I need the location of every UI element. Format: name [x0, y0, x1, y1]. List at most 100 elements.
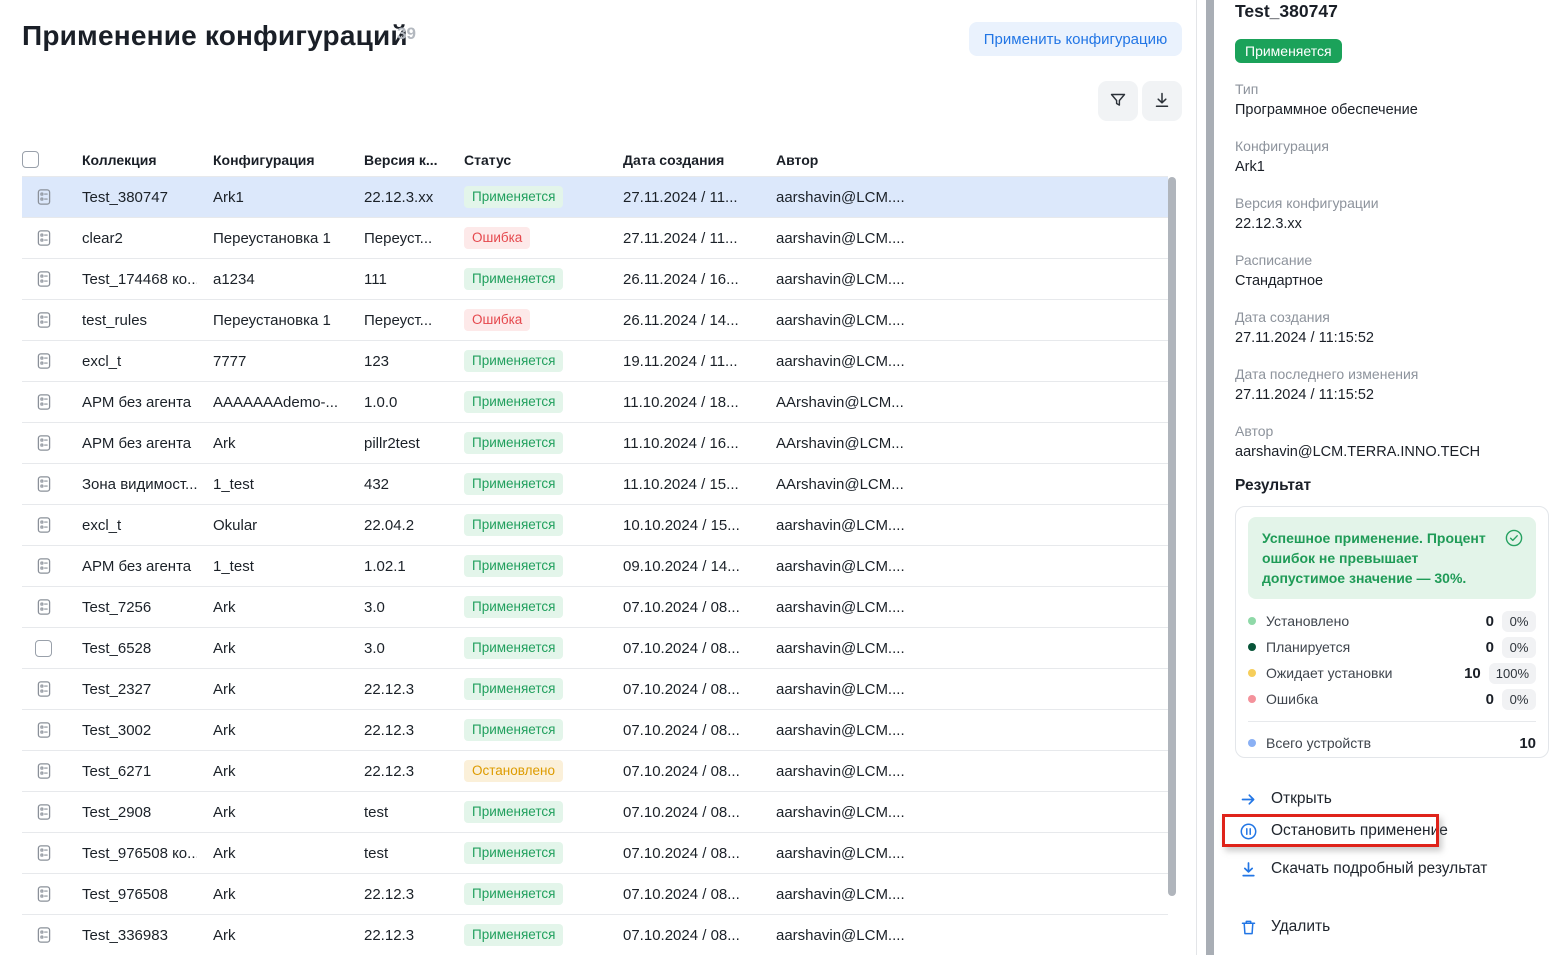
table-header: КоллекцияКонфигурацияВерсия к...СтатусДа…: [22, 143, 1168, 177]
action-arrow-right[interactable]: Открыть: [1239, 788, 1539, 810]
table-row[interactable]: Test_336983Ark22.12.3Применяется07.10.20…: [22, 915, 1168, 955]
collection-icon: [35, 352, 53, 370]
stat-value: 0: [1486, 613, 1494, 630]
cell-created-date: 09.10.2024 / 14...: [607, 558, 760, 575]
cell-author: aarshavin@LCM....: [760, 558, 910, 575]
cell-configuration: Переустановка 1: [197, 312, 348, 329]
collection-icon: [35, 393, 53, 411]
collection-icon: [35, 557, 53, 575]
cell-configuration: AAAAAAAdemo-...: [197, 394, 348, 411]
table-row[interactable]: excl_tOkular22.04.2Применяется10.10.2024…: [22, 505, 1168, 546]
column-header[interactable]: Конфигурация: [197, 143, 348, 176]
action-download[interactable]: Скачать подробный результат: [1239, 858, 1539, 880]
cell-collection: Test_2327: [66, 681, 197, 698]
action-label: Остановить применение: [1271, 822, 1448, 840]
cell-version: 1.0.0: [348, 394, 448, 411]
cell-configuration: 1_test: [197, 476, 348, 493]
table-row[interactable]: Test_976508 ко...ArktestПрименяется07.10…: [22, 833, 1168, 874]
field-value: aarshavin@LCM.TERRA.INNO.TECH: [1235, 443, 1541, 461]
column-header[interactable]: Дата создания: [607, 143, 760, 176]
page-count: 39: [397, 24, 416, 44]
select-all-checkbox[interactable]: [22, 151, 39, 168]
table-row[interactable]: test_rulesПереустановка 1Переуст...Ошибк…: [22, 300, 1168, 341]
cell-created-date: 26.11.2024 / 16...: [607, 271, 760, 288]
collection-icon: [35, 598, 53, 616]
total-label: Всего устройств: [1266, 735, 1519, 751]
apply-configuration-button[interactable]: Применить конфигурацию: [969, 22, 1182, 56]
cell-collection: АРМ без агента: [66, 394, 197, 411]
stat-row: Ошибка00%: [1248, 686, 1536, 712]
collection-icon: [35, 885, 53, 903]
cell-configuration: Ark: [197, 722, 348, 739]
result-stats: Установлено00%Планируется00%Ожидает уста…: [1248, 608, 1536, 712]
status-badge: Применяется: [464, 883, 563, 905]
table-row[interactable]: АРМ без агентаArkpillr2testПрименяется11…: [22, 423, 1168, 464]
table-row[interactable]: АРМ без агентаAAAAAAAdemo-...1.0.0Примен…: [22, 382, 1168, 423]
table-row[interactable]: Test_7256Ark3.0Применяется07.10.2024 / 0…: [22, 587, 1168, 628]
table-row[interactable]: Test_380747Ark122.12.3.xxПрименяется27.1…: [22, 177, 1168, 218]
export-button[interactable]: [1142, 81, 1182, 121]
field-label: Конфигурация: [1235, 138, 1541, 155]
stat-value: 10: [1464, 665, 1481, 682]
cell-version: Переуст...: [348, 230, 448, 247]
table-row[interactable]: Test_6528Ark3.0Применяется07.10.2024 / 0…: [22, 628, 1168, 669]
download-icon: [1239, 860, 1258, 879]
column-header[interactable]: Коллекция: [66, 143, 197, 176]
row-checkbox[interactable]: [35, 640, 52, 657]
cell-author: aarshavin@LCM....: [760, 599, 910, 616]
total-dot-icon: [1248, 739, 1256, 747]
action-pause-circle[interactable]: Остановить применение: [1239, 820, 1539, 842]
table-row[interactable]: Test_6271Ark22.12.3Остановлено07.10.2024…: [22, 751, 1168, 792]
cell-version: 3.0: [348, 599, 448, 616]
cell-version: 123: [348, 353, 448, 370]
field-value: 27.11.2024 / 11:15:52: [1235, 386, 1541, 404]
filter-button[interactable]: [1098, 81, 1138, 121]
cell-configuration: Переустановка 1: [197, 230, 348, 247]
stat-value: 0: [1486, 639, 1494, 656]
stat-percent-badge: 0%: [1502, 637, 1536, 658]
table-row[interactable]: Test_2908ArktestПрименяется07.10.2024 / …: [22, 792, 1168, 833]
cell-version: 432: [348, 476, 448, 493]
cell-author: aarshavin@LCM....: [760, 804, 910, 821]
table-row[interactable]: Test_2327Ark22.12.3Применяется07.10.2024…: [22, 669, 1168, 710]
stat-row: Планируется00%: [1248, 634, 1536, 660]
table-row[interactable]: Зона видимост...1_test432Применяется11.1…: [22, 464, 1168, 505]
cell-version: Переуст...: [348, 312, 448, 329]
field-label: Дата последнего изменения: [1235, 366, 1541, 383]
cell-author: aarshavin@LCM....: [760, 722, 910, 739]
column-header[interactable]: Версия к...: [348, 143, 448, 176]
arrow-right-icon: [1239, 790, 1258, 809]
cell-created-date: 07.10.2024 / 08...: [607, 886, 760, 903]
column-header[interactable]: Статус: [448, 143, 607, 176]
status-badge: Применяется: [464, 637, 563, 659]
table-scrollbar[interactable]: [1168, 177, 1176, 896]
cell-created-date: 11.10.2024 / 15...: [607, 476, 760, 493]
collection-icon: [35, 475, 53, 493]
cell-created-date: 07.10.2024 / 08...: [607, 763, 760, 780]
table-row[interactable]: АРМ без агента1_test1.02.1Применяется09.…: [22, 546, 1168, 587]
cell-configuration: Ark: [197, 927, 348, 944]
cell-author: AArshavin@LCM...: [760, 435, 910, 452]
column-header[interactable]: Автор: [760, 143, 910, 176]
table-row[interactable]: Test_3002Ark22.12.3Применяется07.10.2024…: [22, 710, 1168, 751]
cell-author: AArshavin@LCM...: [760, 394, 910, 411]
cell-collection: Test_3002: [66, 722, 197, 739]
cell-author: aarshavin@LCM....: [760, 230, 910, 247]
app-root: Применение конфигураций 39 Применить кон…: [0, 0, 1552, 955]
table-row[interactable]: excl_t7777123Применяется19.11.2024 / 11.…: [22, 341, 1168, 382]
table-row[interactable]: Test_174468 ко...a1234111Применяется26.1…: [22, 259, 1168, 300]
table-row[interactable]: Test_976508Ark22.12.3Применяется07.10.20…: [22, 874, 1168, 915]
result-card: Успешное применение. Процент ошибок не п…: [1235, 506, 1549, 758]
status-badge: Применяется: [464, 350, 563, 372]
cell-collection: clear2: [66, 230, 197, 247]
action-trash[interactable]: Удалить: [1239, 916, 1539, 938]
filter-funnel-icon: [1108, 90, 1128, 113]
collection-icon: [35, 270, 53, 288]
table-row[interactable]: clear2Переустановка 1Переуст...Ошибка27.…: [22, 218, 1168, 259]
panel-scrollbar[interactable]: [1206, 0, 1214, 955]
cell-created-date: 10.10.2024 / 15...: [607, 517, 760, 534]
check-circle-icon: [1504, 528, 1524, 553]
stat-label: Ожидает установки: [1266, 665, 1464, 681]
action-label: Открыть: [1271, 790, 1332, 808]
cell-version: 3.0: [348, 640, 448, 657]
